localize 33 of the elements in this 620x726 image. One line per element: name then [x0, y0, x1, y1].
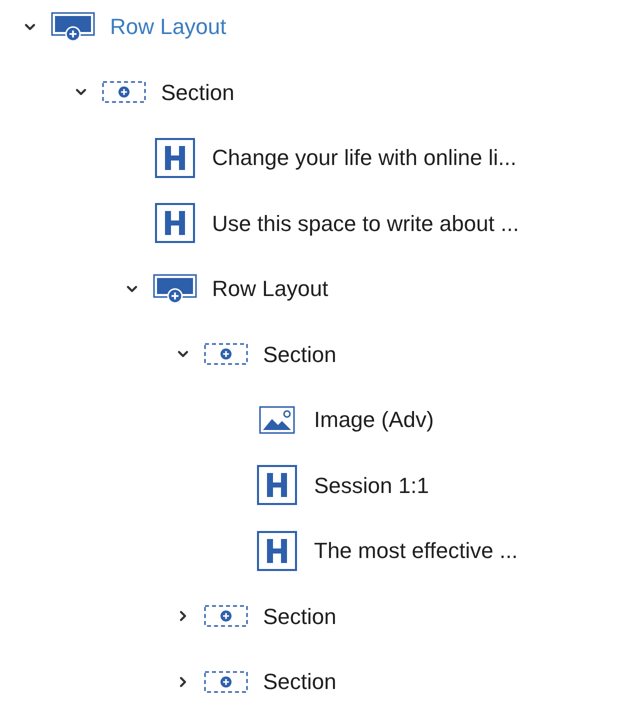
section-icon	[204, 670, 248, 693]
item-label: Image (Adv)	[314, 406, 434, 434]
row-layout-icon	[153, 274, 197, 304]
item-label: Row Layout	[110, 13, 226, 42]
tree-item[interactable]: Change your life with online li...	[0, 125, 620, 190]
item-label: Use this space to write about ...	[212, 210, 519, 238]
tree-item[interactable]: The most effective ...	[0, 518, 620, 584]
heading-icon	[257, 465, 297, 506]
section-icon	[204, 343, 248, 366]
section-icon	[102, 81, 146, 104]
tree-item[interactable]: Use this space to write about ...	[0, 190, 620, 256]
tree-item[interactable]: Section	[0, 649, 620, 714]
item-label: Session 1:1	[314, 472, 429, 500]
item-label: Section	[263, 340, 336, 369]
heading-icon	[155, 203, 195, 244]
tree-item[interactable]: Section	[0, 584, 620, 649]
tree-item[interactable]: Row Layout	[0, 256, 620, 322]
heading-icon	[155, 138, 195, 178]
item-label: Section	[263, 668, 336, 696]
tree-item[interactable]: Session 1:1	[0, 452, 620, 518]
tree-item[interactable]: Section	[0, 322, 620, 387]
image-icon	[259, 406, 295, 434]
section-icon	[204, 605, 248, 628]
item-label: The most effective ...	[314, 537, 518, 566]
row-layout-icon	[51, 12, 95, 42]
tree-item[interactable]: Image (Adv)	[0, 387, 620, 452]
heading-icon	[257, 530, 297, 571]
item-label: Section	[263, 602, 336, 631]
item-label: Change your life with online li...	[212, 144, 516, 172]
tree-item[interactable]: Row Layout	[0, 0, 620, 60]
tree-item[interactable]: Section	[0, 60, 620, 125]
item-label: Section	[161, 78, 234, 107]
item-label: Row Layout	[212, 275, 328, 304]
